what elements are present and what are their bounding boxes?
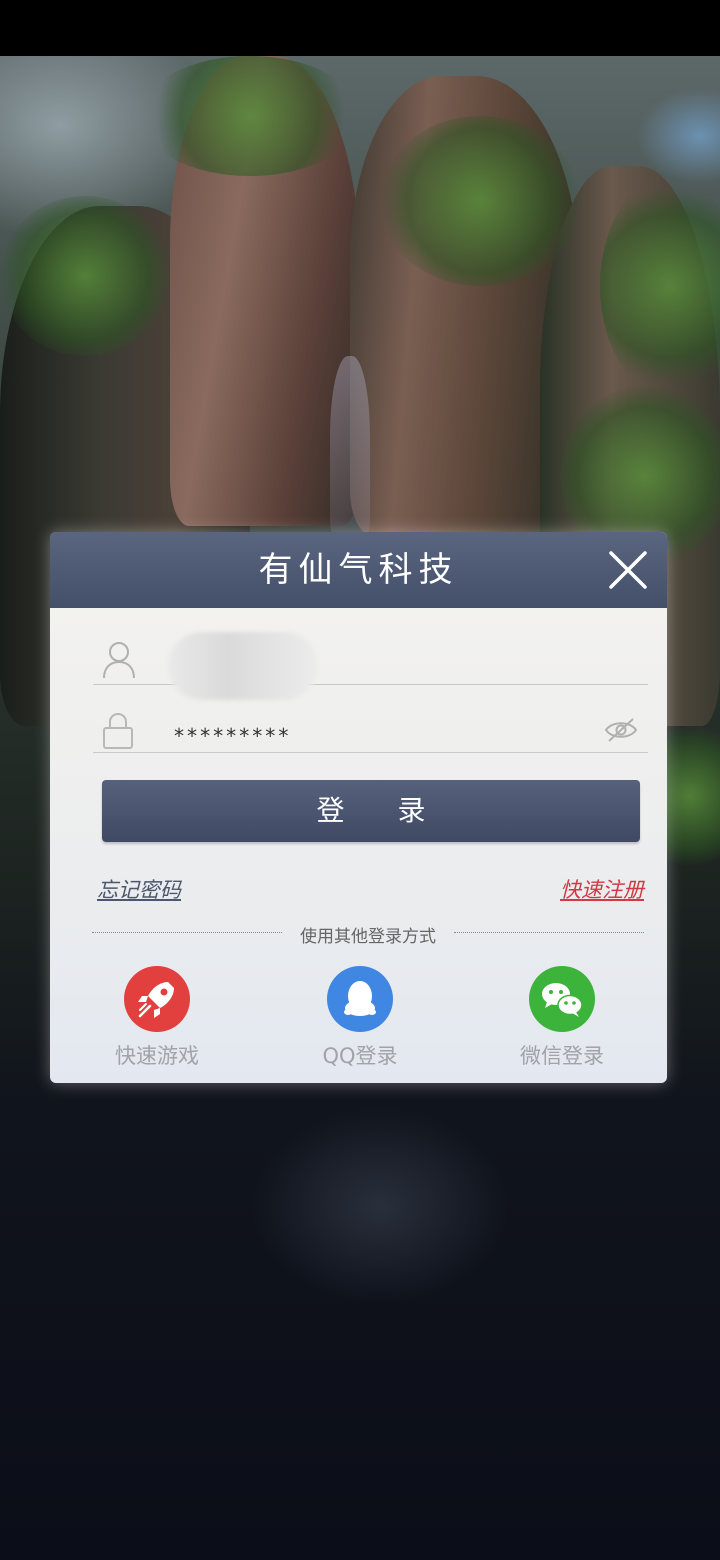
foliage [140,56,360,176]
wechat-login-button[interactable]: 微信登录 [492,966,632,1076]
quick-game-circle [124,966,190,1032]
mist [250,1106,510,1306]
dialog-header: 有仙气科技 [50,532,667,608]
wechat-icon [542,983,583,1017]
password-input[interactable] [171,720,555,752]
divider-right [454,932,644,933]
forgot-password-link[interactable]: 忘记密码 [97,874,181,904]
qq-login-label: QQ登录 [322,1044,398,1068]
username-value-redacted [168,632,318,700]
foliage [0,196,170,356]
status-bar [0,0,720,56]
user-icon [103,642,135,679]
password-field[interactable] [93,708,648,753]
other-login-methods-label: 使用其他登录方式 [300,927,436,947]
lock-icon [103,712,133,749]
qq-login-circle [327,966,393,1032]
close-icon [609,551,647,589]
wechat-login-label: 微信登录 [520,1044,604,1068]
rocket-icon [138,982,174,1018]
quick-game-button[interactable]: 快速游戏 [87,966,227,1076]
eye-off-icon [604,718,638,742]
login-button[interactable]: 登 录 [102,780,640,842]
login-dialog: 有仙气科技 登 录 忘记密码 快速注册 [50,532,667,1083]
qq-penguin-icon [344,981,376,1016]
divider-left [92,932,282,933]
waterfall [330,356,370,536]
wechat-login-circle [529,966,595,1032]
dialog-title: 有仙气科技 [258,550,459,590]
password-visibility-toggle[interactable] [604,716,638,744]
qq-login-button[interactable]: QQ登录 [290,966,430,1076]
quick-game-label: 快速游戏 [115,1044,199,1068]
quick-register-link[interactable]: 快速注册 [560,874,644,904]
username-field[interactable] [93,632,648,700]
close-button[interactable] [607,549,649,591]
foliage [380,116,580,286]
